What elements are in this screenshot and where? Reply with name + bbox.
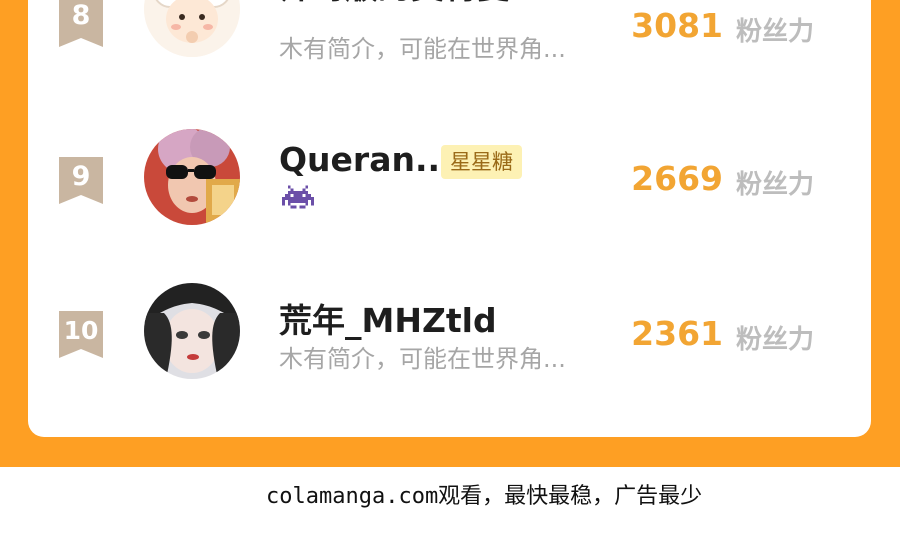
user-name[interactable]: 荒年_MHZtld: [279, 294, 497, 342]
rank-badge: 10: [59, 311, 103, 358]
fan-power-count: 2669: [631, 159, 723, 198]
leaderboard-panel: 8 帅哥版的奥特曼 木有简介，可能在世界角...: [0, 0, 900, 467]
rank-number: 8: [71, 0, 91, 31]
user-name[interactable]: Queran...: [279, 140, 453, 179]
rank-badge: 8: [59, 0, 103, 47]
leaderboard-row-10[interactable]: 10 荒年_MHZtld 木有简介，可能在世界角... 2361 粉丝力: [28, 274, 871, 384]
fan-power-label: 粉丝力: [736, 325, 815, 355]
leaderboard-card: 8 帅哥版的奥特曼 木有简介，可能在世界角...: [28, 0, 871, 437]
user-title-tag: 星星糖: [441, 145, 522, 179]
user-bio: 木有简介，可能在世界角...: [279, 35, 566, 63]
leaderboard-row-8[interactable]: 8 帅哥版的奥特曼 木有简介，可能在世界角...: [28, 0, 871, 76]
fan-power-count: 3081: [631, 6, 723, 45]
fan-power-count: 2361: [631, 314, 723, 353]
space-invader-icon: [282, 184, 314, 214]
sunglasses-girl-avatar[interactable]: [144, 129, 240, 225]
watermark-text: colamanga.com观看，最快最稳，广告最少: [266, 484, 703, 509]
anime-girl-avatar[interactable]: [144, 283, 240, 379]
user-bio: 木有简介，可能在世界角...: [279, 345, 566, 373]
sheep-avatar[interactable]: [144, 0, 240, 57]
fan-power-label: 粉丝力: [736, 17, 815, 47]
rank-badge: 9: [59, 157, 103, 204]
rank-number: 10: [63, 316, 99, 345]
leaderboard-row-9[interactable]: 9 Queran... 星星糖 2669 粉丝力: [28, 120, 871, 230]
fan-power-label: 粉丝力: [736, 170, 815, 200]
user-name[interactable]: 帅哥版的奥特曼: [279, 0, 510, 8]
rank-number: 9: [71, 161, 91, 192]
